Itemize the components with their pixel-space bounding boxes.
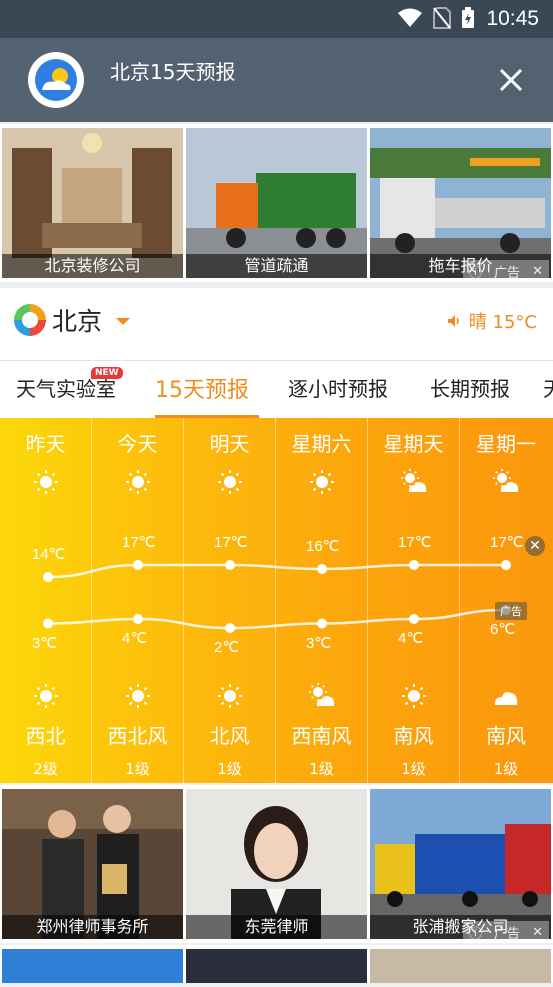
sun-icon — [218, 684, 242, 708]
sun-icon — [310, 470, 334, 494]
close-icon: ✕ — [532, 263, 543, 279]
low-temp-label: 3℃ — [306, 634, 332, 652]
ad-caption: 郑州律师事务所 — [2, 915, 183, 939]
tab-15-day-forecast[interactable]: 15天预报 — [155, 372, 249, 404]
ad-item[interactable]: 拖车报价 — [370, 128, 551, 278]
sun-icon — [34, 470, 58, 494]
current-weather[interactable]: 晴 15°C — [447, 308, 537, 334]
forecast-day-label: 昨天 — [25, 432, 66, 456]
low-temp-label: 3℃ — [32, 634, 58, 652]
status-bar: 10:45 — [0, 0, 553, 38]
ad-item[interactable]: 东莞律师 — [186, 789, 367, 939]
forecast-wind: 北风 — [209, 724, 250, 748]
ad-label[interactable]: ⓘ 广告 ✕ — [463, 260, 549, 282]
sun-icon — [126, 470, 150, 494]
sun-icon — [402, 684, 426, 708]
wifi-icon — [398, 8, 422, 27]
city-name[interactable]: 北京 — [52, 302, 102, 338]
page-title: 北京15天预报 — [110, 60, 236, 84]
low-temp-label: 2℃ — [214, 639, 240, 656]
app-logo — [28, 52, 84, 108]
tab-long-term-forecast[interactable]: 长期预报 — [430, 373, 510, 402]
forecast-wind-level: 1级 — [125, 760, 150, 778]
high-temp-label: 17℃ — [490, 534, 524, 551]
city-row: 北京 晴 15°C — [0, 288, 553, 360]
ad-banner-bottom: 郑州律师事务所 东莞律师 张浦搬家公司 ⓘ 广告 ✕ — [0, 785, 553, 943]
ad-banner-top: 北京装修公司 管道疏通 拖车报价 ⓘ 广告 ✕ — [0, 124, 553, 282]
high-temp-label: 16℃ — [306, 538, 340, 555]
ad-item[interactable]: 管道疏通 — [186, 128, 367, 278]
status-icons — [397, 7, 475, 29]
chevron-down-icon[interactable] — [116, 318, 130, 325]
high-temp-label: 17℃ — [398, 534, 432, 551]
forecast-wind-level: 1级 — [401, 760, 426, 778]
forecast-wind-level: 1级 — [217, 760, 242, 778]
ad-label[interactable]: ⓘ 广告 ✕ — [463, 921, 549, 943]
forecast-day-column[interactable]: 今天西北风 1级 — [92, 418, 184, 783]
forecast-day-label: 明天 — [209, 432, 250, 456]
ad-item[interactable]: 北京装修公司 — [2, 128, 183, 278]
ad-caption: 管道疏通 — [186, 254, 367, 278]
forecast-day-column[interactable]: 星期六西南风 1级 — [276, 418, 368, 783]
ad-caption: 东莞律师 — [186, 915, 367, 939]
forecast-wind-level: 1级 — [493, 760, 519, 778]
tab-bar: 天气实验室 NEW 15天预报 逐小时预报 长期预报 天 — [0, 360, 553, 418]
high-temp-label: 17℃ — [122, 534, 156, 551]
forecast-panel: 昨天西北 2级 今天西北风 1级 明天北风 1级 星期六西南风 1级 星期天南风 1级 星期一南风 1… — [0, 418, 553, 783]
ad-label-text: 广告 — [494, 265, 521, 281]
high-temp-label: 14℃ — [32, 546, 66, 563]
new-badge: NEW — [91, 367, 123, 379]
forecast-wind: 西南风 — [291, 724, 352, 748]
forecast-day-label: 星期一 — [476, 432, 536, 456]
forecast-wind: 西北 — [25, 724, 66, 748]
forecast-wind-level: 1级 — [309, 760, 334, 778]
low-temp-label: 4℃ — [122, 630, 148, 647]
ad-item[interactable]: 张浦搬家公司 — [370, 789, 551, 939]
forecast-day-column[interactable]: 明天北风 1级 — [184, 418, 276, 783]
cloud-icon — [494, 692, 518, 705]
forecast-wind: 西北风 — [107, 724, 168, 748]
forecast-day-column[interactable]: 星期一南风 1级 — [460, 418, 552, 783]
ad-banner-next — [0, 945, 553, 983]
ad-label-text: 广告 — [494, 926, 521, 942]
partly-cloudy-icon — [493, 469, 519, 492]
ad-item[interactable]: 郑州律师事务所 — [2, 789, 183, 939]
forecast-day-column[interactable]: 昨天西北 2级 — [0, 418, 92, 783]
ad-tag: 广告 — [495, 602, 527, 620]
sun-icon — [34, 684, 58, 708]
battery-charging-icon — [462, 7, 474, 28]
weather-app-icon — [35, 59, 77, 101]
partly-cloudy-icon — [401, 469, 427, 492]
tab-hourly-forecast[interactable]: 逐小时预报 — [288, 373, 388, 402]
forecast-wind: 南风 — [486, 724, 526, 748]
ad-close-button[interactable]: ✕ — [525, 536, 545, 556]
speaker-icon — [447, 315, 459, 327]
info-icon: ⓘ — [469, 926, 483, 942]
ad-caption: 北京装修公司 — [2, 254, 183, 278]
sun-icon — [218, 470, 242, 494]
city-logo-icon — [14, 304, 46, 336]
current-weather-text: 晴 15°C — [468, 312, 537, 333]
close-icon — [499, 68, 523, 92]
low-temp-label: 6℃ — [490, 621, 516, 638]
tab-more[interactable]: 天 — [543, 373, 553, 402]
forecast-day-label: 星期六 — [291, 432, 352, 456]
info-icon: ⓘ — [469, 265, 483, 281]
forecast-wind: 南风 — [393, 724, 434, 748]
low-temp-label: 4℃ — [398, 630, 424, 647]
forecast-wind-level: 2级 — [33, 760, 58, 778]
partly-cloudy-icon — [309, 683, 335, 706]
header-bar: 北京15天预报 — [0, 38, 553, 122]
sun-icon — [126, 684, 150, 708]
high-temp-label: 17℃ — [214, 534, 248, 551]
no-sim-icon — [433, 7, 451, 29]
status-time: 10:45 — [486, 7, 539, 30]
forecast-day-label: 星期天 — [383, 432, 444, 456]
forecast-day-column[interactable]: 星期天南风 1级 — [368, 418, 460, 783]
close-icon: ✕ — [532, 924, 543, 940]
close-button[interactable] — [495, 64, 527, 96]
forecast-day-label: 今天 — [117, 432, 158, 456]
ad-image-partial — [2, 949, 551, 983]
